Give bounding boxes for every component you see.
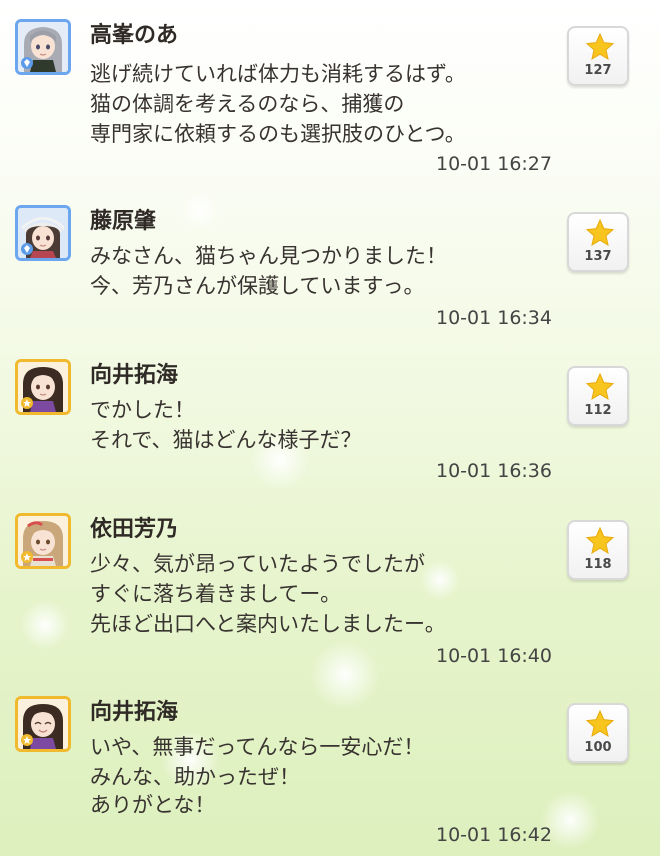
like-button[interactable]: 112 — [567, 366, 629, 426]
message-text-line: すぐに落ち着きましてー。 — [90, 582, 342, 606]
star-icon — [585, 709, 615, 738]
chat-message: 依田芳乃 少々、気が昂っていたようでしたが すぐに落ち着きましてー。 先ほど出口… — [0, 494, 660, 679]
star-icon — [585, 218, 615, 247]
avatar[interactable] — [15, 205, 71, 261]
timestamp: 10-01 16:34 — [435, 307, 552, 329]
sender-name: 向井拓海 — [90, 700, 179, 725]
avatar[interactable] — [15, 359, 71, 415]
message-text-line: 先ほど出口へと案内いたしましたー。 — [90, 612, 446, 636]
timestamp: 10-01 16:42 — [435, 824, 552, 846]
message-text-line: ありがとな！ — [90, 793, 216, 817]
message-text-line: 専門家に依頼するのも選択肢のひとつ。 — [90, 122, 466, 146]
star-badge-icon — [21, 734, 33, 746]
like-button[interactable]: 118 — [567, 520, 629, 580]
message-text-line: でかした！ — [90, 398, 195, 422]
sender-name: 依田芳乃 — [90, 517, 179, 542]
avatar[interactable] — [15, 513, 71, 569]
like-button[interactable]: 100 — [567, 703, 629, 763]
avatar[interactable] — [15, 19, 71, 75]
like-count: 137 — [584, 249, 612, 264]
star-icon — [585, 526, 615, 555]
message-text-line: いや、無事だってんなら一安心だ！ — [90, 735, 425, 759]
message-text-line: それで、猫はどんな様子だ？ — [90, 428, 362, 452]
like-button[interactable]: 137 — [567, 212, 629, 272]
sender-name: 高峯のあ — [90, 23, 179, 48]
sender-name: 藤原肇 — [90, 209, 157, 234]
like-count: 118 — [584, 557, 612, 572]
like-count: 100 — [584, 740, 612, 755]
chat-message: 向井拓海 いや、無事だってんなら一安心だ！ みんな、助かったぜ！ ありがとな！ … — [0, 677, 660, 856]
like-button[interactable]: 127 — [567, 26, 629, 86]
chat-message: 向井拓海 でかした！ それで、猫はどんな様子だ？ 10-01 16:36 112 — [0, 340, 660, 500]
message-text-line: 猫の体調を考えるのなら、捕獲の — [90, 92, 405, 116]
timestamp: 10-01 16:27 — [435, 153, 552, 175]
gem-icon — [21, 243, 33, 255]
like-count: 112 — [584, 403, 612, 418]
gem-icon — [21, 57, 33, 69]
chat-message: 藤原肇 みなさん、猫ちゃん見つかりました！ 今、芳乃さんが保護していますっ。 1… — [0, 186, 660, 351]
message-text-line: みなさん、猫ちゃん見つかりました！ — [90, 244, 447, 268]
message-text-line: 逃げ続けていれば体力も消耗するはず。 — [90, 62, 466, 86]
timestamp: 10-01 16:36 — [435, 460, 552, 482]
sender-name: 向井拓海 — [90, 363, 179, 388]
timestamp: 10-01 16:40 — [435, 645, 552, 667]
star-icon — [585, 372, 615, 401]
like-count: 127 — [584, 63, 612, 78]
star-badge-icon — [21, 397, 33, 409]
message-text-line: 少々、気が昂っていたようでしたが — [90, 552, 425, 576]
avatar[interactable] — [15, 696, 71, 752]
star-icon — [585, 32, 615, 61]
chat-message: 高峯のあ 逃げ続けていれば体力も消耗するはず。 猫の体調を考えるのなら、捕獲の … — [0, 0, 660, 185]
message-text-line: 今、芳乃さんが保護していますっ。 — [90, 274, 425, 298]
star-badge-icon — [21, 551, 33, 563]
